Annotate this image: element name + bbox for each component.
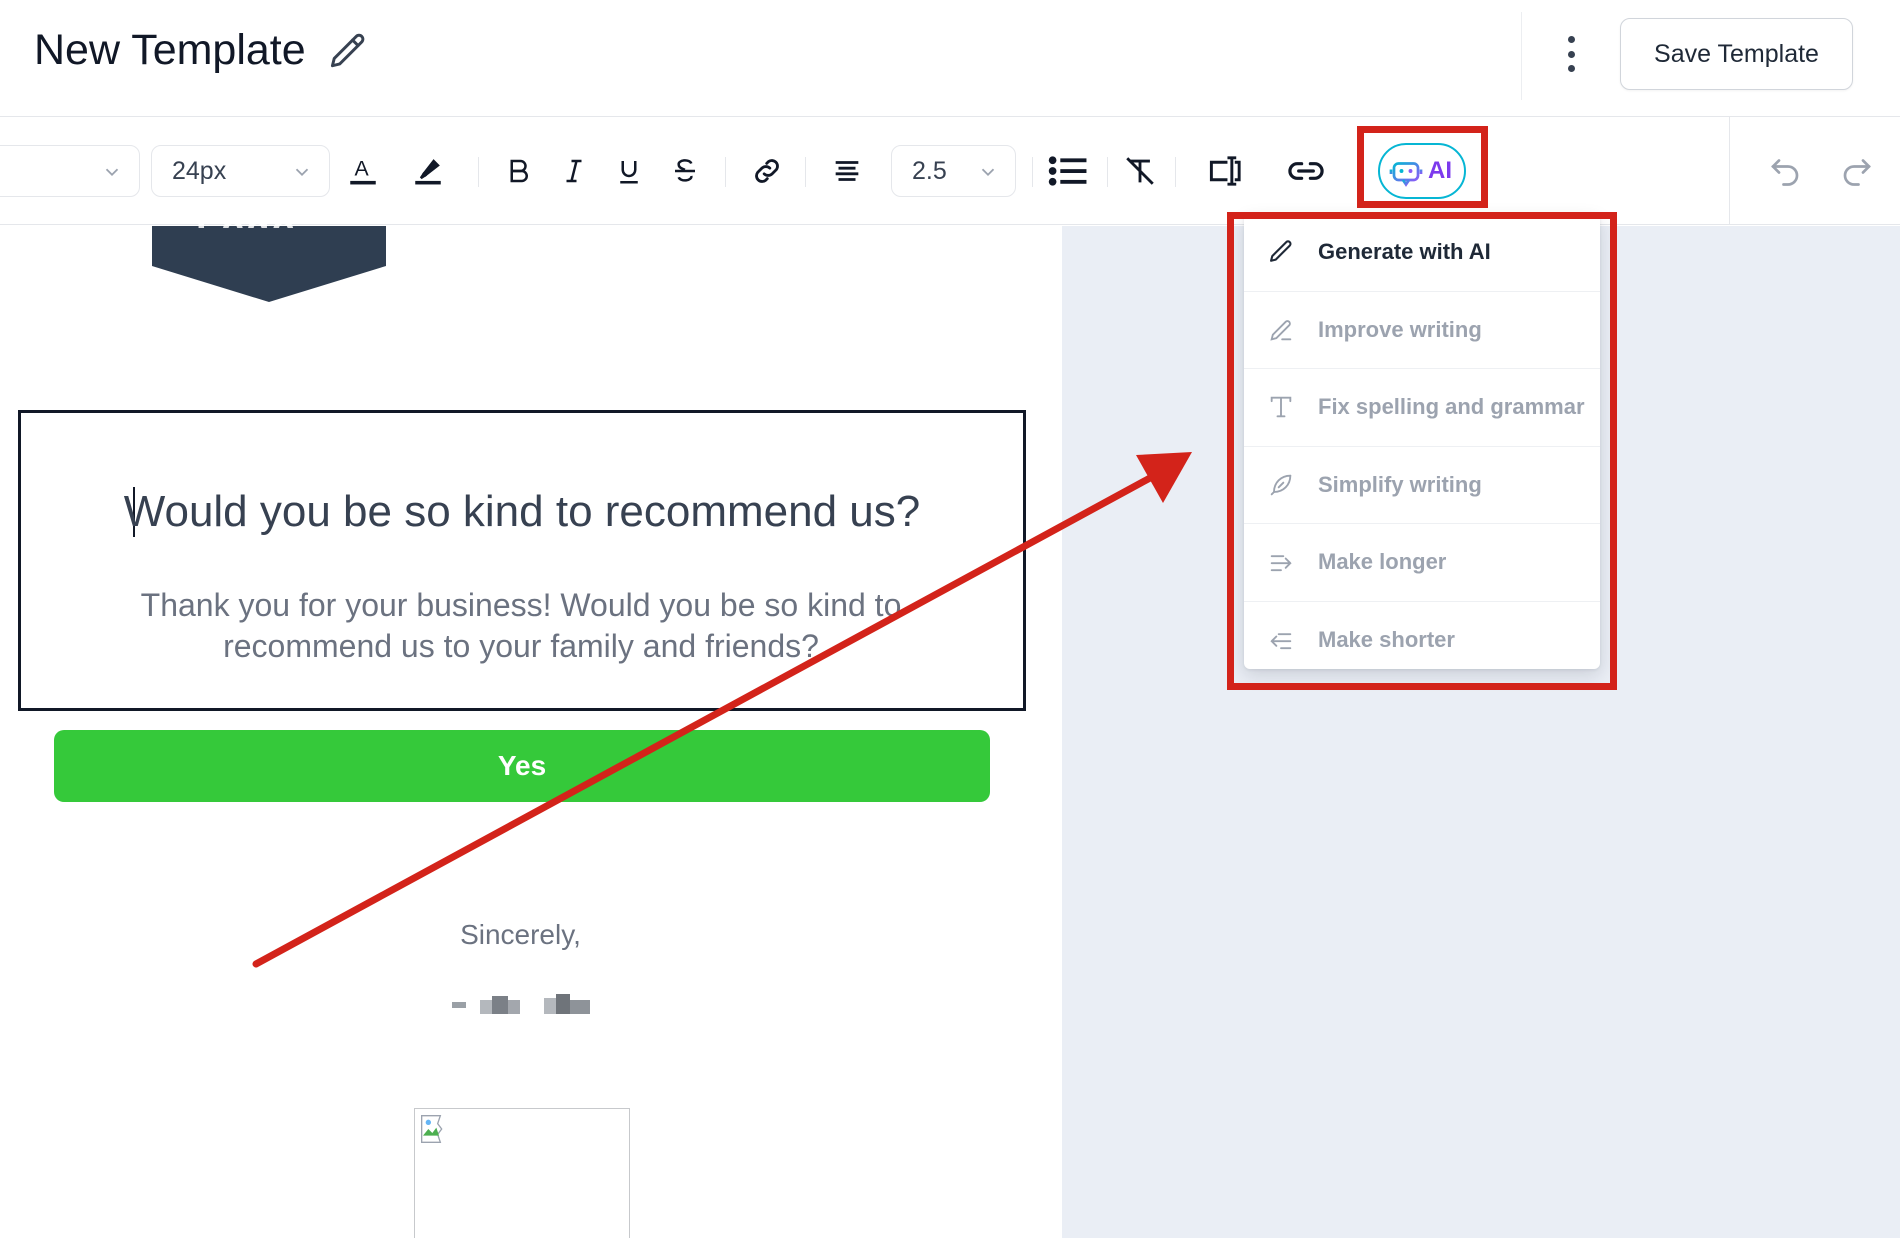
broken-image-placeholder <box>414 1108 630 1238</box>
highlight-color-icon[interactable] <box>403 145 453 197</box>
line-height-select[interactable]: 2.5 <box>891 145 1016 197</box>
chevron-down-icon <box>981 168 995 177</box>
font-size-select[interactable]: 24px <box>151 145 330 197</box>
toolbar-separator <box>1032 157 1033 187</box>
chevron-down-icon <box>295 168 309 177</box>
clear-formatting-icon[interactable] <box>1115 145 1165 197</box>
more-options-icon[interactable] <box>1554 30 1588 78</box>
toolbar-separator <box>725 157 726 187</box>
selected-text-block[interactable]: Would you be so kind to recommend us? Th… <box>18 410 1026 711</box>
svg-text:A: A <box>355 156 370 180</box>
redo-icon[interactable] <box>1832 145 1882 197</box>
chevron-down-icon <box>105 168 119 177</box>
merge-field-icon[interactable] <box>1201 145 1251 197</box>
annotation-highlight-ai-menu <box>1227 212 1617 690</box>
email-body-text[interactable]: Thank you for your business! Would you b… <box>101 585 941 667</box>
font-size-value: 24px <box>172 156 227 185</box>
header-divider <box>1521 12 1522 100</box>
annotation-highlight-ai-button <box>1357 126 1488 208</box>
editor-header: New Template Save Template <box>0 0 1900 117</box>
bold-icon[interactable] <box>493 145 543 197</box>
template-title: New Template <box>34 26 306 74</box>
email-heading[interactable]: Would you be so kind to recommend us? <box>21 487 1023 537</box>
align-center-icon[interactable] <box>822 145 872 197</box>
broken-image-icon <box>421 1115 443 1143</box>
logo-badge-image <box>152 226 386 302</box>
toolbar-divider <box>1729 117 1730 225</box>
closing-text: Sincerely, <box>460 919 581 950</box>
bullet-list-icon[interactable] <box>1043 145 1093 197</box>
logo-text: Logo <box>196 208 297 228</box>
font-family-select[interactable] <box>0 145 140 197</box>
toolbar-separator <box>478 157 479 187</box>
toolbar-separator <box>1175 157 1176 187</box>
text-color-icon[interactable]: A <box>338 145 388 197</box>
yes-button[interactable]: Yes <box>54 730 990 802</box>
italic-icon[interactable] <box>549 145 599 197</box>
save-template-button[interactable]: Save Template <box>1620 18 1853 90</box>
hyperlink-icon[interactable] <box>1281 145 1331 197</box>
edit-title-pencil-icon[interactable] <box>326 30 370 74</box>
toolbar-separator <box>1107 157 1108 187</box>
line-height-value: 2.5 <box>912 156 947 185</box>
underline-icon[interactable] <box>604 145 654 197</box>
signature-name-blurred <box>452 994 590 1014</box>
link-icon[interactable] <box>742 145 792 197</box>
strikethrough-icon[interactable] <box>660 145 710 197</box>
undo-icon[interactable] <box>1760 145 1810 197</box>
toolbar-separator <box>805 157 806 187</box>
